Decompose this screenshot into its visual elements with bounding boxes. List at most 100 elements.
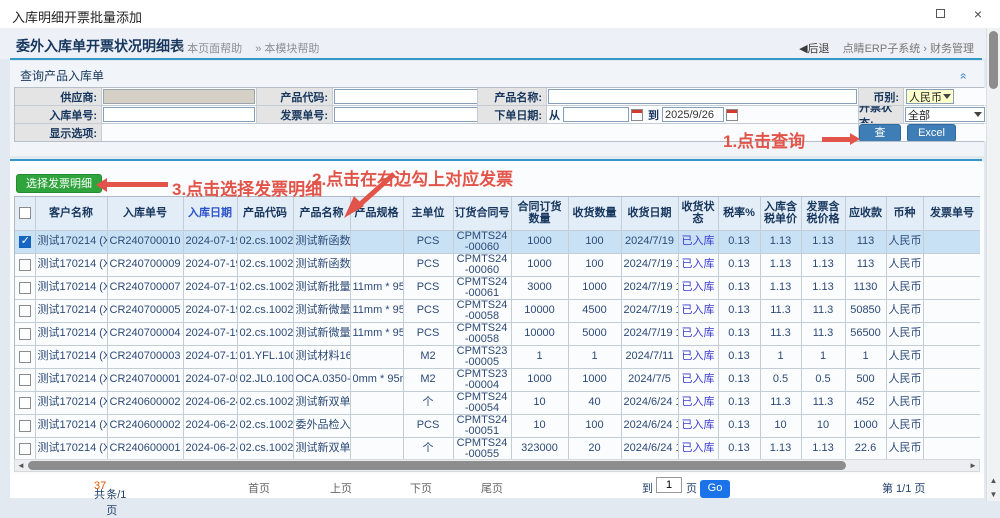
table-cell: 0.5: [760, 368, 801, 391]
hscroll-thumb[interactable]: [28, 461, 846, 470]
scroll-right-icon[interactable]: ►: [967, 460, 979, 471]
breadcrumb[interactable]: 点睛ERP子系统 › 财务管理: [843, 43, 974, 55]
table-row: 测试170214 (XX)CR2407000042024-07-1902.cs.…: [15, 322, 980, 345]
collapse-panel-icon[interactable]: »: [956, 73, 970, 80]
row-checkbox[interactable]: [19, 443, 31, 455]
table-cell: 40: [568, 391, 621, 414]
table-cell: 3000: [511, 276, 568, 299]
product-code-input[interactable]: [334, 89, 477, 104]
row-checkbox[interactable]: [19, 397, 31, 409]
first-page-link[interactable]: 首页: [248, 480, 270, 496]
scroll-left-icon[interactable]: ◄: [15, 460, 27, 471]
horizontal-scrollbar[interactable]: ◄ ►: [14, 459, 980, 472]
scroll-up-icon[interactable]: ▲: [987, 476, 1000, 485]
invoice-no-input[interactable]: [334, 107, 477, 122]
select-invoice-detail-button[interactable]: 选择发票明细: [16, 174, 102, 193]
select-all-checkbox[interactable]: [19, 207, 31, 219]
table-cell: PCS: [403, 253, 453, 276]
table-cell: PCS: [403, 230, 453, 253]
module-help-link[interactable]: » 本模块帮助: [255, 43, 319, 55]
invoice-status-select[interactable]: 全部: [905, 107, 985, 122]
table-cell: 已入库: [678, 299, 718, 322]
go-button[interactable]: Go: [700, 480, 730, 498]
next-page-link[interactable]: 下页: [410, 480, 432, 496]
row-checkbox[interactable]: [19, 282, 31, 294]
vscroll-thumb[interactable]: [989, 31, 998, 89]
table-cell: 2024/6/24 16: [621, 391, 678, 414]
table-cell: [923, 391, 980, 414]
supplier-label: 供应商:: [15, 88, 101, 105]
scroll-down-icon[interactable]: ▼: [987, 490, 1000, 499]
table-cell: CR240700004: [107, 322, 183, 345]
window-title: 入库明细开票批量添加: [12, 7, 142, 26]
table-cell: 02.cs.100244: [237, 437, 293, 459]
excel-button[interactable]: Excel: [907, 124, 956, 141]
table-cell: 452: [845, 391, 886, 414]
currency-select[interactable]: 人民币: [906, 89, 954, 104]
table-cell: 个: [403, 437, 453, 459]
table-cell: 1000: [568, 276, 621, 299]
table-cell: 1000: [568, 368, 621, 391]
table-cell: 1000: [511, 368, 568, 391]
table-cell: 0.13: [718, 414, 760, 437]
table-cell: 02.cs.100246: [237, 299, 293, 322]
table-cell: 10: [801, 414, 845, 437]
column-header[interactable]: 入库日期: [183, 197, 237, 230]
table-cell: 测试170214 (XX): [35, 368, 107, 391]
row-checkbox[interactable]: [19, 351, 31, 363]
row-checkbox[interactable]: [19, 328, 31, 340]
column-header: 合同订货数量: [511, 197, 568, 230]
table-cell: 323000: [511, 437, 568, 459]
row-checkbox[interactable]: [19, 259, 31, 271]
last-page-link[interactable]: 尾页: [481, 480, 503, 496]
table-cell: 1000: [511, 230, 568, 253]
search-button[interactable]: 查询: [859, 124, 901, 141]
table-cell: 2024-06-24: [183, 437, 237, 459]
table-cell: 2024-07-19: [183, 230, 237, 253]
table-cell: CPMTS24-00058: [453, 322, 511, 345]
page-number-input[interactable]: [656, 477, 682, 493]
calendar-icon[interactable]: [631, 109, 643, 121]
table-cell: 人民币: [886, 414, 923, 437]
row-checkbox[interactable]: [19, 305, 31, 317]
supplier-input: [103, 89, 255, 104]
table-cell: 56500: [845, 322, 886, 345]
table-cell: M2: [403, 368, 453, 391]
table-cell: 2024/6/24 16: [621, 414, 678, 437]
window-titlebar: 入库明细开票批量添加 ×: [0, 0, 1000, 28]
close-icon[interactable]: ×: [970, 6, 986, 22]
table-cell: 11.3: [801, 299, 845, 322]
currency-label: 币别:: [859, 88, 903, 105]
table-cell: 02.cs.100241: [237, 230, 293, 253]
prev-page-link[interactable]: 上页: [330, 480, 352, 496]
table-cell: 测试170214 (XX): [35, 414, 107, 437]
date-from-input[interactable]: [563, 107, 629, 122]
table-cell: 已入库: [678, 391, 718, 414]
back-button[interactable]: ◀后退: [799, 43, 829, 55]
page-help-link[interactable]: » 本页面帮助: [178, 43, 242, 55]
receipt-no-input[interactable]: [103, 107, 255, 122]
row-checkbox[interactable]: [19, 236, 31, 248]
table-cell: [350, 414, 403, 437]
list-panel: 选择发票明细 客户名称入库单号入库日期产品代码产品名称产品规格主单位订货合同号合…: [10, 161, 984, 498]
table-cell: 1130: [845, 276, 886, 299]
vertical-scrollbar[interactable]: ▲ ▼: [986, 28, 1000, 501]
column-header: 应收款: [845, 197, 886, 230]
annotation-step1: 1.点击查询: [723, 127, 805, 152]
maximize-icon[interactable]: [932, 6, 948, 22]
table-row: 测试170214 (XX)CR2406000022024-06-2402.cs.…: [15, 414, 980, 437]
product-name-input[interactable]: [548, 89, 857, 104]
table-cell: 0.13: [718, 437, 760, 459]
annotation-step3: 3.点击选择发票明细: [172, 175, 322, 200]
column-header: 入库单号: [107, 197, 183, 230]
table-cell: [350, 345, 403, 368]
table-cell: 02.cs.100244: [237, 391, 293, 414]
invoice-no-label: 发票单号:: [257, 106, 332, 123]
table-cell: 0.13: [718, 345, 760, 368]
date-to-label: 到: [648, 107, 659, 123]
calendar-icon[interactable]: [726, 109, 738, 121]
table-cell: 10000: [511, 322, 568, 345]
date-to-input[interactable]: [662, 107, 724, 122]
row-checkbox[interactable]: [19, 420, 31, 432]
row-checkbox[interactable]: [19, 374, 31, 386]
